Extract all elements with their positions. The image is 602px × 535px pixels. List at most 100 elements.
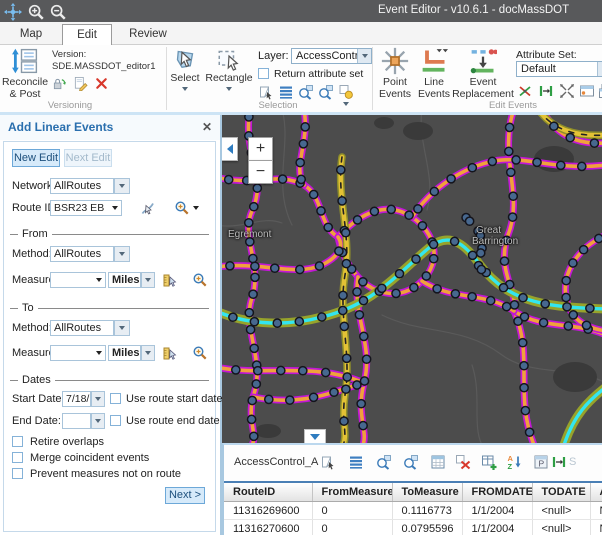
selected-route-casing[interactable] xyxy=(222,240,602,323)
sort-icon[interactable]: AZ xyxy=(507,454,523,470)
event-point-marker[interactable] xyxy=(342,260,350,268)
event-point-marker[interactable] xyxy=(451,237,459,245)
event-point-marker[interactable] xyxy=(430,240,438,248)
event-point-marker[interactable] xyxy=(343,373,351,381)
event-point-marker[interactable] xyxy=(359,422,367,430)
event-point-marker[interactable] xyxy=(500,257,508,265)
to-method-select[interactable]: AllRoutes xyxy=(50,320,114,336)
event-point-marker[interactable] xyxy=(466,217,474,225)
event-point-marker[interactable] xyxy=(564,322,572,330)
event-point-marker[interactable] xyxy=(338,197,346,205)
event-point-marker[interactable] xyxy=(359,297,367,305)
event-point-marker[interactable] xyxy=(248,396,256,404)
event-point-marker[interactable] xyxy=(595,234,602,242)
event-point-marker[interactable] xyxy=(487,297,495,305)
table-cell[interactable]: <null> xyxy=(532,520,590,535)
to-unit-arrow-icon[interactable] xyxy=(141,345,155,361)
rectangle-dropdown-arrow-icon[interactable] xyxy=(226,87,232,91)
end-date-arrow-icon[interactable] xyxy=(91,413,105,429)
event-point-marker[interactable] xyxy=(315,262,323,270)
event-point-marker[interactable] xyxy=(353,216,361,224)
event-point-marker[interactable] xyxy=(447,175,455,183)
event-point-marker[interactable] xyxy=(249,290,257,298)
event-point-marker[interactable] xyxy=(569,311,577,319)
event-panels-icon[interactable] xyxy=(598,83,602,99)
event-point-marker[interactable] xyxy=(253,184,261,192)
pan-to-selection-icon[interactable] xyxy=(318,84,334,100)
field-calculator-icon[interactable] xyxy=(430,454,446,470)
event-point-marker[interactable] xyxy=(251,273,259,281)
event-point-marker[interactable] xyxy=(590,139,598,147)
selection-list-icon[interactable] xyxy=(278,84,294,100)
event-point-marker[interactable] xyxy=(245,115,253,121)
layer-select-arrow-icon[interactable] xyxy=(357,49,371,63)
event-point-marker[interactable] xyxy=(509,192,517,200)
line-events-button[interactable]: Line Events xyxy=(416,47,452,101)
reconcile-post-button[interactable]: Reconcile & Post xyxy=(2,47,48,101)
event-point-marker[interactable] xyxy=(503,303,511,311)
event-point-marker[interactable] xyxy=(468,293,476,301)
table-cell[interactable]: 0.0795596 xyxy=(392,520,462,535)
event-point-marker[interactable] xyxy=(533,158,541,166)
event-point-marker[interactable] xyxy=(299,367,307,375)
event-point-marker[interactable] xyxy=(339,291,347,299)
event-point-marker[interactable] xyxy=(540,319,548,327)
event-point-marker[interactable] xyxy=(295,317,303,325)
event-point-marker[interactable] xyxy=(250,344,258,352)
tab-edit[interactable]: Edit xyxy=(62,24,112,46)
event-point-marker[interactable] xyxy=(505,147,513,155)
event-panel-icon[interactable] xyxy=(579,83,595,99)
map-view[interactable]: Egremont Great Barrington + − xyxy=(222,115,602,443)
event-point-marker[interactable] xyxy=(580,246,588,254)
selection-list-icon[interactable] xyxy=(348,454,364,470)
event-point-marker[interactable] xyxy=(363,355,371,363)
event-point-marker[interactable] xyxy=(340,417,348,425)
move-event-icon[interactable] xyxy=(559,83,575,99)
event-point-marker[interactable] xyxy=(519,339,527,347)
event-point-marker[interactable] xyxy=(273,319,281,327)
zoom-to-from-measure-icon[interactable] xyxy=(192,272,208,288)
event-point-marker[interactable] xyxy=(392,289,400,297)
event-point-marker[interactable] xyxy=(247,326,255,334)
event-point-marker[interactable] xyxy=(248,415,256,423)
layer-select[interactable]: AccessControl_A xyxy=(291,48,372,64)
event-point-marker[interactable] xyxy=(370,207,378,215)
event-point-marker[interactable] xyxy=(254,367,262,375)
tab-review[interactable]: Review xyxy=(120,24,176,45)
event-point-marker[interactable] xyxy=(357,400,365,408)
column-header[interactable]: RouteID xyxy=(224,482,312,502)
event-replacement-button[interactable]: Event Replacement xyxy=(452,47,514,101)
to-unit-select[interactable]: Miles xyxy=(108,345,141,361)
merge-coincident-checkbox[interactable] xyxy=(12,452,23,463)
new-edit-button[interactable]: New Edit xyxy=(12,149,60,167)
event-point-marker[interactable] xyxy=(360,332,368,340)
point-events-button[interactable]: Point Events xyxy=(376,47,414,101)
event-point-marker[interactable] xyxy=(512,156,520,164)
event-point-marker[interactable] xyxy=(562,293,570,301)
event-point-marker[interactable] xyxy=(271,264,279,272)
event-point-marker[interactable] xyxy=(502,236,510,244)
table-cell[interactable]: 1/1/2004 xyxy=(462,520,532,535)
table-cell[interactable]: 11316270600 xyxy=(224,520,312,535)
event-point-marker[interactable] xyxy=(563,303,571,311)
column-header[interactable]: ToMeasure xyxy=(392,482,462,502)
table-cell[interactable]: <null> xyxy=(532,502,590,520)
event-point-marker[interactable] xyxy=(250,203,258,211)
event-point-marker[interactable] xyxy=(499,284,507,292)
event-point-marker[interactable] xyxy=(249,254,257,262)
table-row[interactable]: 1131626960000.11167731/1/2004<null>N xyxy=(224,502,602,520)
event-point-marker[interactable] xyxy=(582,321,590,329)
event-point-marker[interactable] xyxy=(229,313,237,321)
from-unit-arrow-icon[interactable] xyxy=(141,272,155,288)
table-cell[interactable]: N xyxy=(590,520,602,535)
event-point-marker[interactable] xyxy=(578,162,586,170)
event-point-marker[interactable] xyxy=(451,290,459,298)
table-cell[interactable]: 0 xyxy=(312,520,392,535)
use-route-start-checkbox[interactable] xyxy=(110,393,121,404)
event-point-marker[interactable] xyxy=(569,259,577,267)
event-point-marker[interactable] xyxy=(296,265,304,273)
event-point-marker[interactable] xyxy=(430,255,438,263)
event-point-marker[interactable] xyxy=(317,207,325,215)
table-cell[interactable]: 11316269600 xyxy=(224,502,312,520)
start-date-input[interactable]: 7/18/ xyxy=(62,391,91,407)
